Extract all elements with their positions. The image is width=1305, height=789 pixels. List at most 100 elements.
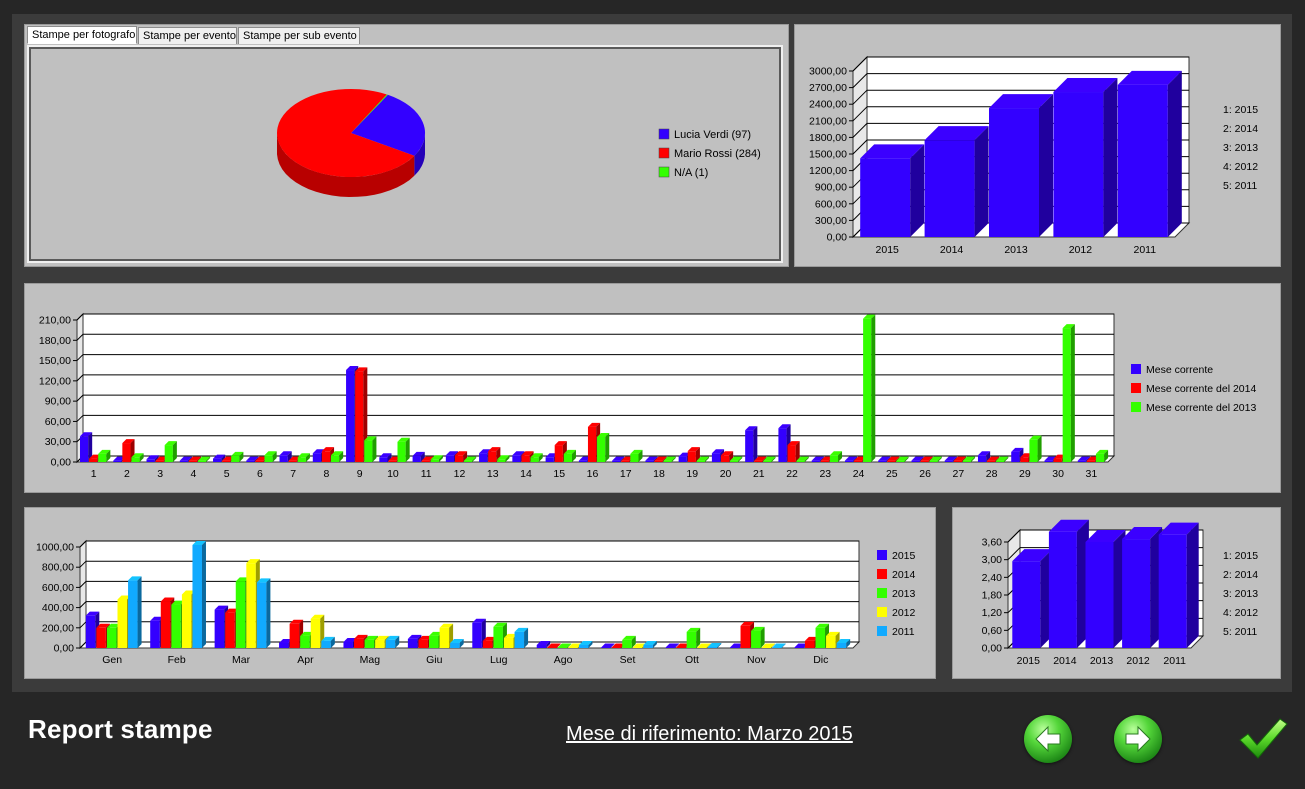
daily-panel: 0,00 30,00 60,00 90,00 120,00 150,00 180,00 210…	[24, 283, 1281, 493]
legend-label-0: 1: 2015	[1223, 104, 1258, 116]
bar-6-s2-front	[264, 455, 273, 462]
bar-15-s1-front	[554, 445, 563, 462]
bar-13-s1-front	[488, 451, 497, 462]
arrow-right-icon	[1125, 725, 1151, 753]
bar-Ott-s2-front	[686, 631, 697, 648]
x-tick-label: Gen	[102, 654, 122, 666]
bar-30-s2	[1062, 324, 1075, 462]
x-tick-label: 20	[720, 468, 732, 480]
y-tick-label: 600,00	[42, 582, 74, 594]
tab-stampe-per-sub-evento[interactable]: Stampe per sub evento	[238, 27, 360, 44]
x-tick-label: 29	[1019, 468, 1031, 480]
x-tick-label: 17	[620, 468, 632, 480]
x-tick-label: Dic	[813, 654, 828, 666]
bar-2013	[1085, 530, 1126, 648]
bar-Nov-s1-front	[740, 625, 751, 648]
bar-Gen-s3-front	[117, 599, 127, 648]
reference-month-link[interactable]: Mese di riferimento: Marzo 2015	[566, 723, 853, 746]
x-tick-label: 2012	[1069, 244, 1093, 256]
bar-28-s0-front	[977, 455, 987, 462]
bar-Giu-s1-front	[418, 639, 428, 648]
y-tick-label: 1200,00	[809, 165, 847, 177]
bar-18-s2-front	[663, 460, 672, 462]
legend-label-1: Mario Rossi (284)	[674, 148, 761, 160]
y-tick-label: 1500,00	[809, 149, 847, 161]
bar-Ago-s2-front	[557, 647, 568, 648]
bar-24-s1-front	[854, 460, 863, 462]
y-tick-label: 1800,00	[809, 132, 847, 144]
bar-7-s2-front	[297, 457, 306, 462]
x-tick-label: 8	[324, 468, 330, 480]
bar-24-s2	[863, 314, 876, 462]
x-tick-label: 23	[819, 468, 831, 480]
bar-20-s1-front	[720, 455, 730, 462]
bar-Gen-s2-front	[106, 627, 117, 648]
bar-Mag-s1-front	[354, 638, 364, 648]
bar-2013-front	[1085, 542, 1114, 648]
legend-label-1: 2014	[892, 569, 916, 581]
y-tick-label: 60,00	[45, 416, 71, 428]
bar-Mar-s4	[256, 578, 271, 648]
bar-24-s2-front	[863, 318, 872, 462]
bar-8-s1-front	[321, 451, 331, 462]
x-tick-label: 18	[653, 468, 665, 480]
y-tick-label: 2100,00	[809, 115, 847, 127]
bar-Ago-s4-front	[578, 644, 589, 648]
bar-2011-front	[1158, 534, 1187, 648]
y-tick-label: 600,00	[815, 198, 847, 210]
bar-23-s1-front	[820, 460, 829, 462]
checkmark-icon[interactable]	[1238, 716, 1288, 762]
bar-2015-front	[1012, 561, 1041, 648]
legend-swatch-1	[1131, 383, 1141, 393]
bar-Gen-s4	[128, 576, 142, 648]
bar-14-s1-front	[521, 455, 530, 462]
legend-label-3: 4: 2012	[1223, 607, 1258, 619]
bar-21-s1-front	[754, 460, 763, 462]
bar-2011	[1158, 522, 1199, 648]
bar-12-s2-front	[464, 460, 473, 462]
bar-17-s2-front	[630, 453, 639, 462]
legend-label-1: 2: 2014	[1223, 123, 1258, 135]
tab-stampe-per-evento[interactable]: Stampe per evento	[138, 27, 237, 44]
x-tick-label: 2	[124, 468, 130, 480]
x-tick-label: Nov	[747, 654, 766, 666]
bar-Gen-s0-front	[85, 615, 96, 648]
legend-label-2: N/A (1)	[674, 167, 708, 179]
bar-18-s1-front	[654, 460, 663, 462]
bar-Nov-s3-front	[761, 647, 772, 648]
x-tick-label: 15	[553, 468, 565, 480]
y-tick-label: 210,00	[39, 315, 71, 327]
x-tick-label: 2011	[1163, 655, 1186, 667]
bar-2011	[1117, 70, 1182, 237]
bar-Mar-s2-front	[235, 581, 246, 648]
x-tick-label: 3	[157, 468, 163, 480]
bar-2015-front	[860, 158, 911, 237]
back-button[interactable]	[1024, 715, 1072, 763]
bar-18-s0-front	[645, 460, 654, 462]
bar-Set-s0-front	[601, 647, 611, 648]
x-tick-label: 28	[986, 468, 998, 480]
bar-14-s2-front	[530, 457, 539, 462]
bar-30-s2-side	[1070, 324, 1075, 462]
bar-5-s2-front	[231, 455, 240, 462]
bar-1-s0-front	[79, 436, 89, 462]
bar-Lug-s0-front	[472, 622, 482, 648]
legend-label-3: 4: 2012	[1223, 161, 1258, 173]
forward-button[interactable]	[1114, 715, 1162, 763]
bar-Ott-s0-front	[665, 647, 676, 648]
bar-11-s2-front	[430, 459, 439, 462]
tab-stampe-per-fotografo[interactable]: Stampe per fotografo	[27, 26, 137, 44]
legend-label-1: 2: 2014	[1223, 569, 1258, 581]
bar-16-s1-front	[587, 426, 597, 462]
y-tick-label: 1,20	[982, 607, 1003, 619]
bar-25-s0-front	[878, 460, 887, 462]
bar-Feb-s1-front	[160, 601, 171, 648]
legend-swatch-2	[1131, 402, 1141, 412]
bar-29-s1-front	[1020, 457, 1029, 462]
bar-4-s0-front	[179, 460, 188, 462]
bar-Gen-s4-front	[128, 580, 138, 648]
x-tick-label: 31	[1086, 468, 1098, 480]
bar-Giu-s2-front	[429, 635, 439, 648]
x-tick-label: 2011	[1134, 244, 1157, 256]
bar-29-s2-front	[1029, 439, 1038, 462]
